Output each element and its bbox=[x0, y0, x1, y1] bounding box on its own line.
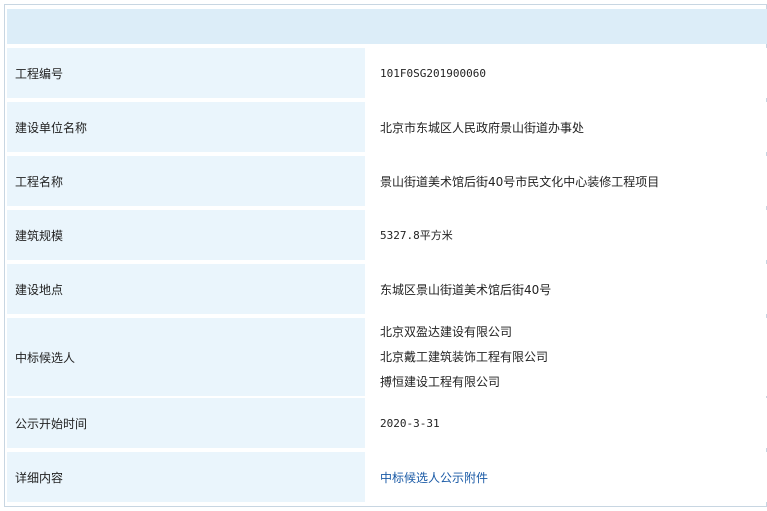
row-label: 建筑规模 bbox=[7, 210, 365, 260]
candidate-item: 北京戴工建筑装饰工程有限公司 bbox=[380, 349, 549, 364]
row-label: 中标候选人 bbox=[7, 318, 365, 396]
details-value: 中标候选人公示附件 bbox=[368, 452, 767, 502]
row-start-date: 公示开始时间 2020-3-31 bbox=[7, 398, 767, 448]
row-label: 工程编号 bbox=[7, 48, 365, 98]
project-number-value: 101F0SG201900060 bbox=[368, 48, 767, 98]
row-project-number: 工程编号 101F0SG201900060 bbox=[7, 48, 767, 98]
row-project-name: 工程名称 景山街道美术馆后街40号市民文化中心装修工程项目 bbox=[7, 156, 767, 206]
builder-name-value: 北京市东城区人民政府景山街道办事处 bbox=[368, 102, 767, 152]
row-label: 建设地点 bbox=[7, 264, 365, 314]
row-label: 公示开始时间 bbox=[7, 398, 365, 448]
row-details: 详细内容 中标候选人公示附件 bbox=[7, 452, 767, 502]
row-location: 建设地点 东城区景山街道美术馆后街40号 bbox=[7, 264, 767, 314]
start-date-value: 2020-3-31 bbox=[368, 398, 767, 448]
info-table: 工程编号 101F0SG201900060 建设单位名称 北京市东城区人民政府景… bbox=[4, 4, 767, 507]
row-label: 详细内容 bbox=[7, 452, 365, 502]
location-value: 东城区景山街道美术馆后街40号 bbox=[368, 264, 767, 314]
attachment-link[interactable]: 中标候选人公示附件 bbox=[380, 469, 767, 486]
candidate-item: 北京双盈达建设有限公司 bbox=[380, 324, 513, 339]
candidate-item: 搏恒建设工程有限公司 bbox=[380, 374, 501, 389]
candidates-value: 北京双盈达建设有限公司 北京戴工建筑装饰工程有限公司 搏恒建设工程有限公司 bbox=[368, 318, 767, 396]
row-label: 工程名称 bbox=[7, 156, 365, 206]
row-builder-name: 建设单位名称 北京市东城区人民政府景山街道办事处 bbox=[7, 102, 767, 152]
row-label: 建设单位名称 bbox=[7, 102, 365, 152]
row-candidates: 中标候选人 北京双盈达建设有限公司 北京戴工建筑装饰工程有限公司 搏恒建设工程有… bbox=[7, 318, 767, 396]
project-name-value: 景山街道美术馆后街40号市民文化中心装修工程项目 bbox=[368, 156, 767, 206]
building-scale-value: 5327.8平方米 bbox=[368, 210, 767, 260]
row-building-scale: 建筑规模 5327.8平方米 bbox=[7, 210, 767, 260]
table-header-bar bbox=[7, 9, 767, 44]
